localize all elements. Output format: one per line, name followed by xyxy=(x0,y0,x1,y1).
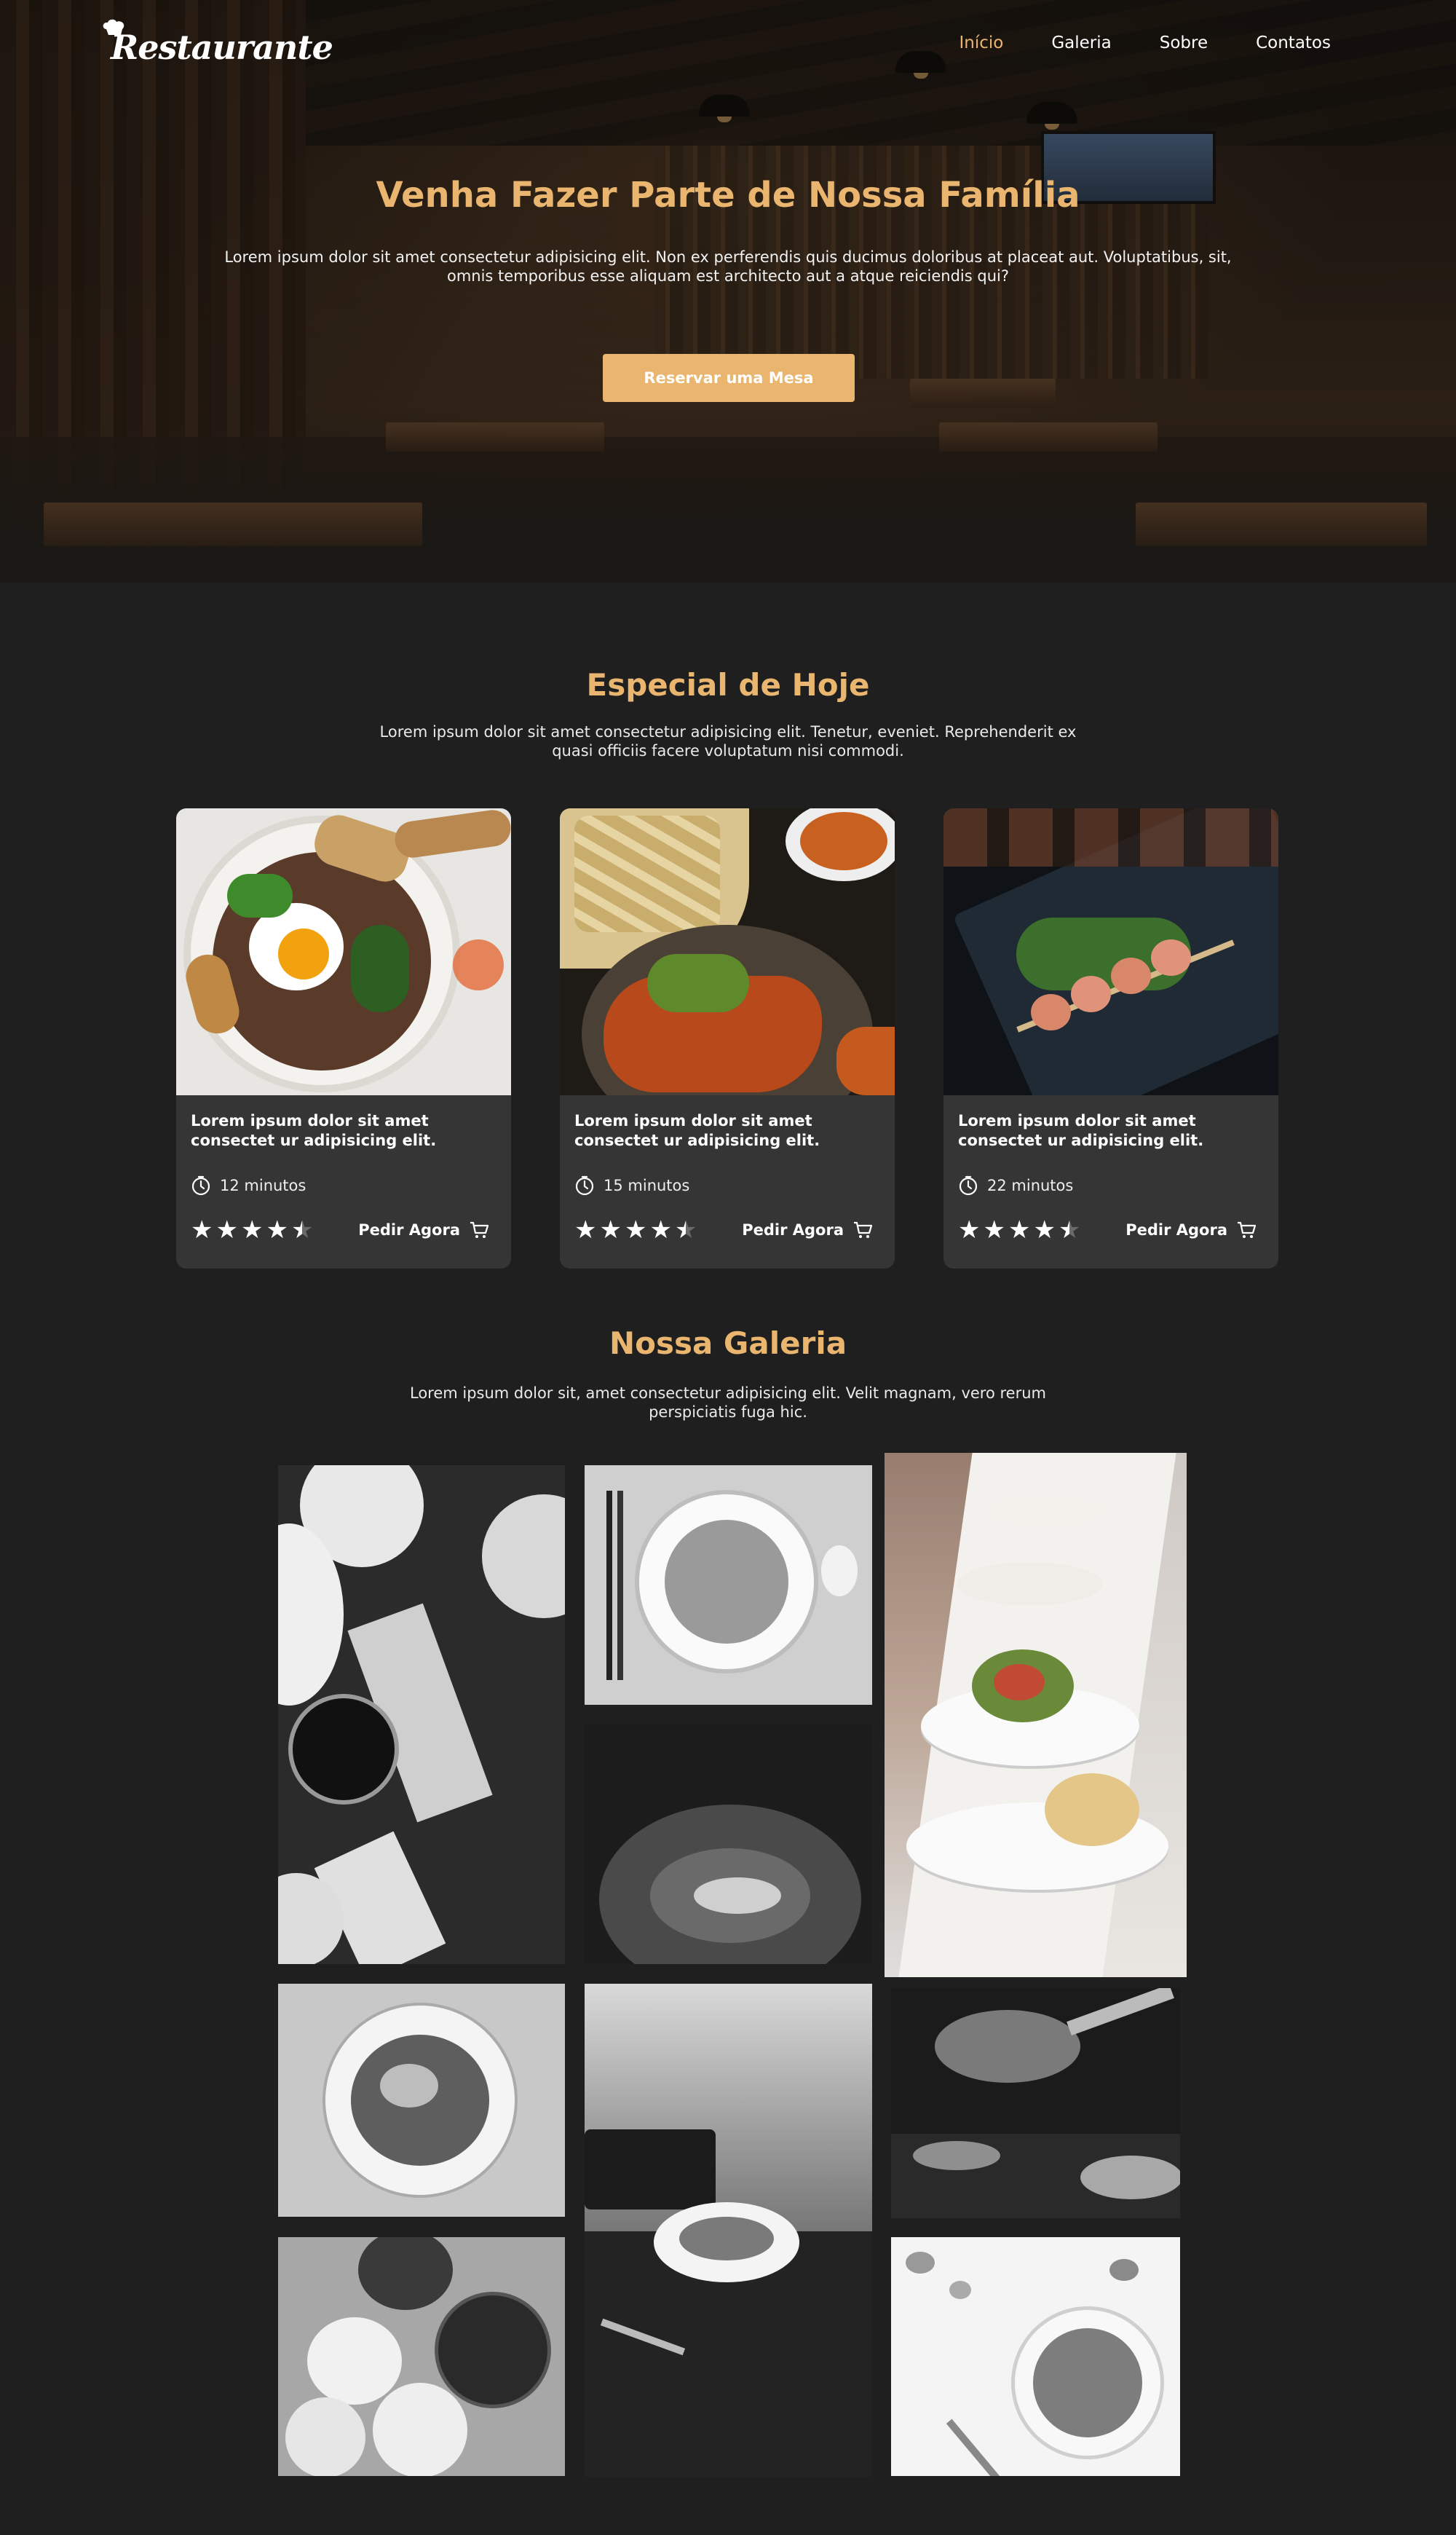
timer-icon xyxy=(575,1175,594,1196)
special-section-title: Especial de Hoje xyxy=(586,667,870,703)
dish-card-footer: ★ ★ ★ ★ ★ Pedir Agora xyxy=(958,1218,1264,1242)
gallery-image[interactable] xyxy=(585,1724,872,1964)
star-icon: ★ xyxy=(649,1215,672,1245)
hero-title: Venha Fazer Parte de Nossa Família xyxy=(376,175,1080,216)
dish-title: Lorem ipsum dolor sit amet consectet ur … xyxy=(574,1112,820,1149)
cart-icon xyxy=(854,1221,873,1238)
star-icon: ★ xyxy=(958,1215,981,1245)
hero-text: Lorem ipsum dolor sit amet consectetur a… xyxy=(224,248,1232,285)
cart-icon xyxy=(470,1221,489,1238)
star-icon: ★ xyxy=(574,1215,597,1245)
nav-link-sobre[interactable]: Sobre xyxy=(1160,33,1208,52)
dish-card-body: Lorem ipsum dolor sit amet consectet ur … xyxy=(560,1095,895,1242)
dish-title: Lorem ipsum dolor sit amet consectet ur … xyxy=(958,1112,1204,1149)
dish-card-footer: ★ ★ ★ ★ ★ Pedir Agora xyxy=(191,1218,496,1242)
star-rating: ★ ★ ★ ★ ★ xyxy=(958,1218,1080,1242)
star-icon: ★ xyxy=(983,1215,1005,1245)
dish-card: Lorem ipsum dolor sit amet consectet ur … xyxy=(560,808,895,1269)
dish-image xyxy=(560,808,895,1095)
dish-image xyxy=(943,808,1278,1095)
order-now-button[interactable]: Pedir Agora xyxy=(1125,1221,1257,1239)
dish-time: 22 minutos xyxy=(958,1175,1264,1196)
star-half-icon: ★ xyxy=(290,1215,314,1245)
hero-overlay xyxy=(0,0,1456,583)
timer-icon xyxy=(191,1175,210,1196)
order-now-button[interactable]: Pedir Agora xyxy=(742,1221,873,1239)
navbar: Restaurante Início Galeria Sobre Contato… xyxy=(0,0,1456,87)
nav-link-galeria[interactable]: Galeria xyxy=(1051,33,1111,52)
star-icon: ★ xyxy=(240,1215,264,1245)
dish-time-label: 22 minutos xyxy=(987,1177,1074,1194)
nav-link-inicio[interactable]: Início xyxy=(959,33,1003,52)
gallery-image[interactable] xyxy=(278,1984,565,2217)
gallery-image[interactable] xyxy=(891,1988,1180,2218)
dish-time: 12 minutos xyxy=(191,1175,496,1196)
gallery-image[interactable] xyxy=(885,1453,1187,1977)
nav-link-contatos[interactable]: Contatos xyxy=(1256,33,1331,52)
gallery-section-title: Nossa Galeria xyxy=(609,1325,847,1361)
dish-image xyxy=(176,808,511,1095)
timer-icon xyxy=(959,1175,978,1196)
dish-card-body: Lorem ipsum dolor sit amet consectet ur … xyxy=(176,1095,511,1242)
hero-section: Restaurante Início Galeria Sobre Contato… xyxy=(0,0,1456,583)
nav-links: Início Galeria Sobre Contatos xyxy=(959,33,1331,52)
gallery-image[interactable] xyxy=(585,1984,872,2477)
star-icon: ★ xyxy=(599,1215,622,1245)
star-icon: ★ xyxy=(1008,1215,1031,1245)
dish-card-body: Lorem ipsum dolor sit amet consectet ur … xyxy=(943,1095,1278,1242)
order-now-label: Pedir Agora xyxy=(1125,1221,1227,1239)
dish-card-footer: ★ ★ ★ ★ ★ Pedir Agora xyxy=(574,1218,880,1242)
star-icon: ★ xyxy=(215,1215,238,1245)
gallery-image[interactable] xyxy=(891,2237,1180,2476)
gallery-image[interactable] xyxy=(585,1465,872,1705)
dish-time-label: 12 minutos xyxy=(220,1177,306,1194)
dish-title: Lorem ipsum dolor sit amet consectet ur … xyxy=(191,1112,437,1149)
star-rating: ★ ★ ★ ★ ★ xyxy=(191,1218,313,1242)
logo[interactable]: Restaurante xyxy=(111,28,333,67)
order-now-button[interactable]: Pedir Agora xyxy=(358,1221,489,1239)
star-icon: ★ xyxy=(1033,1215,1056,1245)
star-half-icon: ★ xyxy=(1058,1215,1081,1245)
star-icon: ★ xyxy=(191,1215,213,1245)
star-icon: ★ xyxy=(266,1215,288,1245)
gallery-image[interactable] xyxy=(278,1465,565,1964)
gallery-image[interactable] xyxy=(278,2237,565,2476)
star-icon: ★ xyxy=(624,1215,647,1245)
gallery-section-subtitle: Lorem ipsum dolor sit, amet consectetur … xyxy=(409,1384,1046,1421)
dish-card: Lorem ipsum dolor sit amet consectet ur … xyxy=(176,808,511,1269)
order-now-label: Pedir Agora xyxy=(742,1221,844,1239)
dish-time: 15 minutos xyxy=(574,1175,880,1196)
star-half-icon: ★ xyxy=(674,1215,697,1245)
special-section-subtitle: Lorem ipsum dolor sit amet consectetur a… xyxy=(379,723,1077,760)
star-rating: ★ ★ ★ ★ ★ xyxy=(574,1218,697,1242)
order-now-label: Pedir Agora xyxy=(358,1221,460,1239)
dish-time-label: 15 minutos xyxy=(604,1177,690,1194)
reserve-table-button[interactable]: Reservar uma Mesa xyxy=(603,354,855,402)
dish-card: Lorem ipsum dolor sit amet consectet ur … xyxy=(943,808,1278,1269)
cart-icon xyxy=(1238,1221,1257,1238)
